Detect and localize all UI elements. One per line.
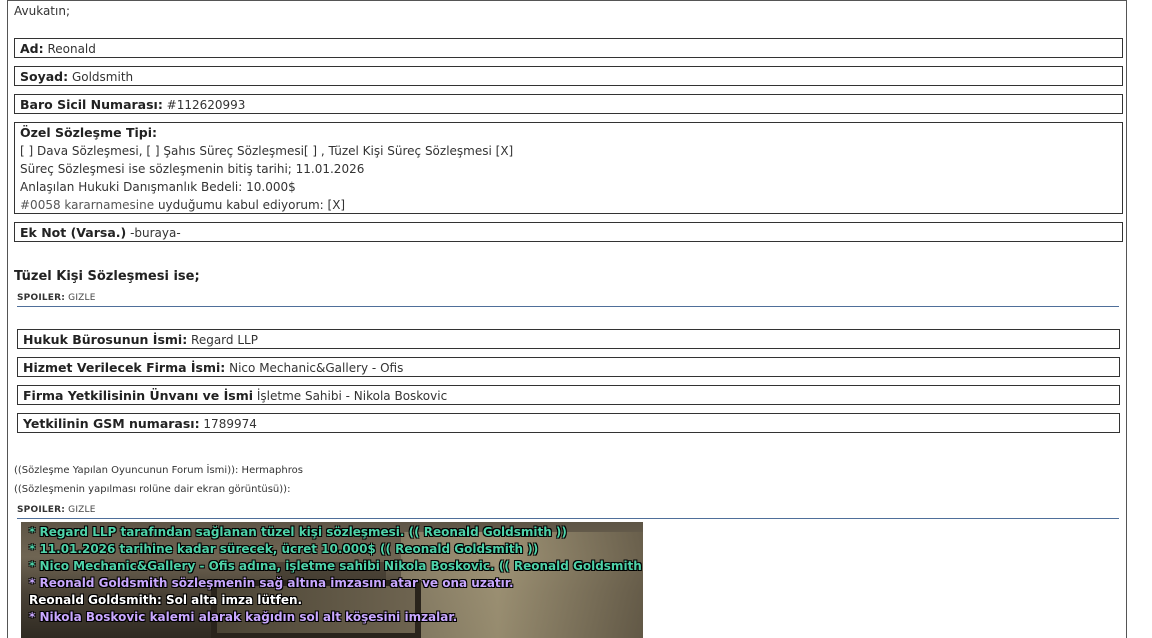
ozel-line: Süreç Sözleşmesi ise sözleşmenin bitiş t… <box>20 162 365 176</box>
chat-line: Reonald Goldsmith: Sol alta imza lütfen. <box>29 593 303 607</box>
spoiler-divider <box>17 306 1119 307</box>
field-label: Özel Sözleşme Tipi: <box>20 125 157 140</box>
spoiler-toggle[interactable]: GIZLE <box>68 505 96 515</box>
karar-text: uyduğumu kabul ediyorum: [X] <box>154 198 346 212</box>
spoiler-header-2: SPOILER: GIZLE <box>17 505 96 515</box>
field-ad: Ad: Reonald <box>14 38 1123 58</box>
intro-text: Avukatın; <box>14 4 70 18</box>
field-label: Hukuk Bürosunun İsmi: <box>23 332 188 347</box>
field-label: Baro Sicil Numarası: <box>20 97 163 112</box>
spoiler-toggle[interactable]: GIZLE <box>68 293 96 303</box>
field-baro: Baro Sicil Numarası: #112620993 <box>14 94 1123 114</box>
field-value: -buraya- <box>130 226 181 240</box>
field-value: Goldsmith <box>71 70 134 84</box>
field-value: İşletme Sahibi - Nikola Boskovic <box>256 389 448 403</box>
field-label: Ad: <box>20 41 44 56</box>
forum-name-line: ((Sözleşme Yapılan Oyuncunun Forum İsmi)… <box>14 465 303 476</box>
forum-post: Avukatın; Ad: Reonald Soyad: Goldsmith B… <box>7 0 1127 638</box>
field-label: Hizmet Verilecek Firma İsmi: <box>23 360 226 375</box>
spoiler-header: SPOILER: GIZLE <box>17 293 96 303</box>
chat-line: * Nikola Boskovic kalemi alarak kağıdın … <box>29 610 458 624</box>
field-yetkili: Firma Yetkilisinin Ünvanı ve İsmi İşletm… <box>17 385 1120 405</box>
chat-line: * Regard LLP tarafından sağlanan tüzel k… <box>29 525 567 539</box>
game-screenshot: * Regard LLP tarafından sağlanan tüzel k… <box>21 522 643 638</box>
spoiler-label: SPOILER: <box>17 505 66 515</box>
field-ek-not: Ek Not (Varsa.) -buraya- <box>14 222 1123 242</box>
field-value: 1789974 <box>203 417 257 431</box>
field-value: Regard LLP <box>191 333 258 347</box>
field-buro: Hukuk Bürosunun İsmi: Regard LLP <box>17 329 1120 349</box>
tuzel-heading: Tüzel Kişi Sözleşmesi ise; <box>14 269 200 284</box>
kararname-link[interactable]: #0058 kararnamesine <box>20 198 154 212</box>
field-value: #112620993 <box>166 98 246 112</box>
ozel-line: Anlaşılan Hukuki Danışmanlık Bedeli: 10.… <box>20 180 296 194</box>
field-label: Ek Not (Varsa.) <box>20 225 127 240</box>
field-gsm: Yetkilinin GSM numarası: 1789974 <box>17 413 1120 433</box>
field-label: Soyad: <box>20 69 69 84</box>
chat-line: * 11.01.2026 tarihine kadar sürecek, ücr… <box>29 542 539 556</box>
field-value: Reonald <box>47 42 96 56</box>
field-firma: Hizmet Verilecek Firma İsmi: Nico Mechan… <box>17 357 1120 377</box>
chat-line: * Nico Mechanic&Gallery - Ofis adına, iş… <box>29 559 643 573</box>
field-ozel-sozlesme: Özel Sözleşme Tipi: [ ] Dava Sözleşmesi,… <box>14 122 1123 214</box>
spoiler-label: SPOILER: <box>17 293 66 303</box>
ozel-line: [ ] Dava Sözleşmesi, [ ] Şahıs Süreç Söz… <box>20 144 514 158</box>
chat-line: * Reonald Goldsmith sözleşmenin sağ altı… <box>29 576 514 590</box>
spoiler-divider <box>17 518 1119 519</box>
screenshot-line: ((Sözleşmenin yapılması rolüne dair ekra… <box>14 484 291 495</box>
field-soyad: Soyad: Goldsmith <box>14 66 1123 86</box>
field-label: Yetkilinin GSM numarası: <box>23 416 200 431</box>
field-value: Nico Mechanic&Gallery - Ofis <box>229 361 404 375</box>
field-label: Firma Yetkilisinin Ünvanı ve İsmi <box>23 388 254 403</box>
